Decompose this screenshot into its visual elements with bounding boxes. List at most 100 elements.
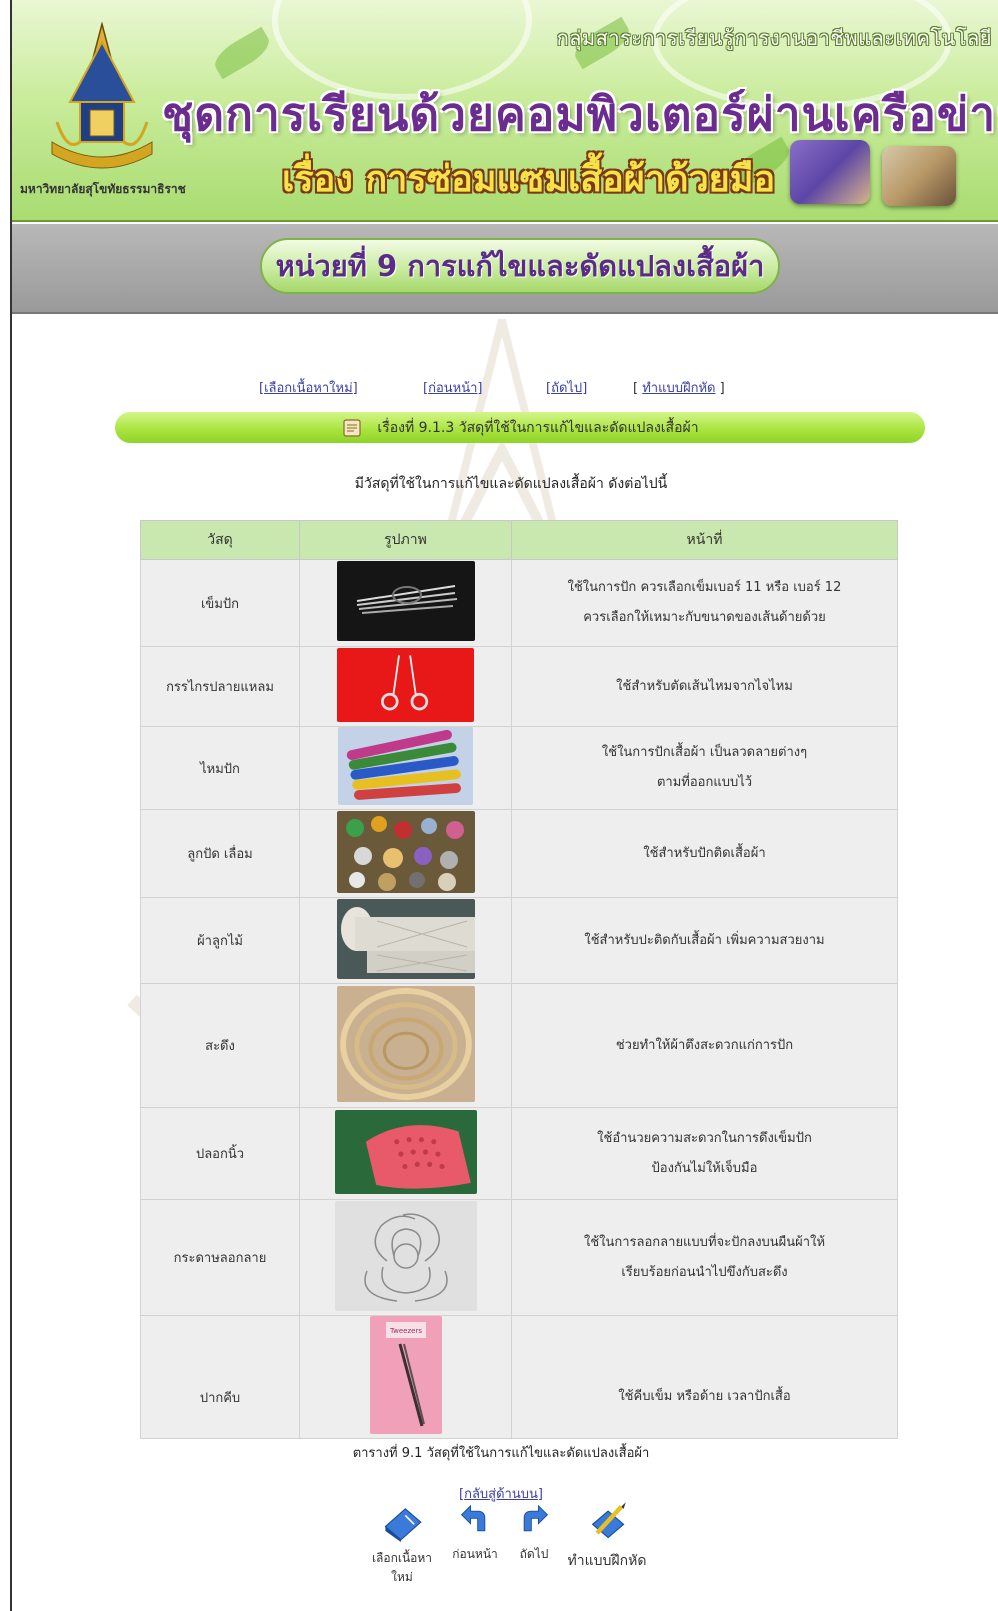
material-name: ปากคีบ <box>140 1315 300 1439</box>
material-function-cell: ใช้ในการปัก ควรเลือกเข็มเบอร์ 11 หรือ เบ… <box>511 559 898 647</box>
bottom-nav-next[interactable]: ถัดไป <box>512 1504 556 1564</box>
material-picture-cell <box>299 983 512 1108</box>
book-icon <box>384 1508 422 1542</box>
bottom-nav-exercise[interactable]: ทำแบบฝึกหัด <box>562 1500 652 1572</box>
page-frame: กลุ่มสาระการเรียนรู้การงานอาชีพและเทคโนโ… <box>10 0 998 1611</box>
function-line: เรียบร้อยก่อนนำไปขึงกับสะดึง <box>621 1264 788 1280</box>
material-name: ผ้าลูกไม้ <box>140 897 300 984</box>
header-banner: กลุ่มสาระการเรียนรู้การงานอาชีพและเทคโนโ… <box>12 0 998 222</box>
material-picture-cell <box>299 726 512 810</box>
bottom-nav-label: ถัดไป <box>519 1547 549 1561</box>
sewing-photo <box>882 146 956 206</box>
sewing-photo <box>790 140 870 204</box>
column-header-picture: รูปภาพ <box>299 520 512 560</box>
material-function-cell: ใช้คีบเข็ม หรือด้าย เวลาปักเสื้อ <box>511 1315 898 1439</box>
material-function-cell: ใช้อำนวยความสะดวกในการดึงเข็มปัก ป้องกัน… <box>511 1107 898 1200</box>
bottom-nav: เลือกเนื้อหาใหม่ ก่อนหน้า ถัดไป ทำแบบฝึก… <box>362 1500 662 1610</box>
tracing-paper-picture <box>334 1200 477 1311</box>
table-row: ปลอกนิ้ว ใช้อำนวยความสะดวกในการดึงเข็มปั… <box>140 1107 898 1200</box>
table-row: กรรไกรปลายแหลม ใช้สำหรับตัดเส้นไหมจากไจไ… <box>140 646 898 727</box>
material-name: ปลอกนิ้ว <box>140 1107 300 1200</box>
function-line: ใช้อำนวยความสะดวกในการดึงเข็มปัก <box>597 1130 812 1146</box>
material-picture-cell <box>299 559 512 647</box>
table-row: กระดาษลอกลาย ใช้ในการลอกลายแบบที่จะปักลง… <box>140 1199 898 1316</box>
material-name: สะดึง <box>140 983 300 1108</box>
nav-exercise-link[interactable]: ทำแบบฝึกหัด <box>642 381 715 396</box>
material-picture-cell <box>299 809 512 898</box>
column-header-material: วัสดุ <box>140 520 300 560</box>
material-picture-cell <box>299 1199 512 1316</box>
table-row: ไหมปัก ใช้ในการปักเสื้อผ้า เป็นลวดลายต่า… <box>140 726 898 810</box>
sub-org-title: กลุ่มสาระการเรียนรู้การงานอาชีพและเทคโนโ… <box>556 26 992 50</box>
topic-title: เรื่องที่ 9.1.3 วัสดุที่ใช้ในการแก้ไขและ… <box>377 419 699 436</box>
unit-title: หน่วยที่ 9 การแก้ไขและดัดแปลงเสื้อผ้า <box>275 249 765 283</box>
bottom-nav-label: เลือกเนื้อหาใหม่ <box>371 1551 433 1584</box>
bottom-nav-label: ทำแบบฝึกหัด <box>567 1553 647 1569</box>
unit-pill: หน่วยที่ 9 การแก้ไขและดัดแปลงเสื้อผ้า <box>260 238 780 294</box>
svg-text:Tweezers: Tweezers <box>389 1327 422 1335</box>
topic-bar: เรื่องที่ 9.1.3 วัสดุที่ใช้ในการแก้ไขและ… <box>115 412 925 443</box>
function-line: ใช้ในการลอกลายแบบที่จะปักลงบนผืนผ้าให้ <box>583 1234 826 1250</box>
thimble-picture <box>334 1109 477 1194</box>
function-line: ใช้สำหรับตัดเส้นไหมจากไจไหม <box>616 678 793 694</box>
intro-text: มีวัสดุที่ใช้ในการแก้ไขและดัดแปลงเสื้อผ้… <box>354 476 668 492</box>
embroidery-thread-picture <box>338 727 473 805</box>
main-title: ชุดการเรียนด้วยคอมพิวเตอร์ผ่านเครือข่าย <box>162 87 998 141</box>
material-picture-cell <box>299 897 512 984</box>
table-row: ลูกปัด เลื่อม ใช้สำหรับปักติดเสื้อผ้า <box>140 809 898 898</box>
nav-previous-link[interactable]: [ก่อนหน้า] <box>423 377 482 398</box>
material-function-cell: ใช้สำหรับตัดเส้นไหมจากไจไหม <box>511 646 898 727</box>
unit-bar: หน่วยที่ 9 การแก้ไขและดัดแปลงเสื้อผ้า <box>12 224 998 314</box>
banner-leaf <box>209 26 275 80</box>
bottom-nav-label: ก่อนหน้า <box>452 1547 498 1561</box>
emblem-icon <box>51 22 153 169</box>
function-line: ใช้สำหรับปักติดเสื้อผ้า <box>643 845 766 861</box>
forward-arrow-icon <box>523 1504 549 1532</box>
scissors-picture <box>337 647 474 722</box>
bottom-nav-previous[interactable]: ก่อนหน้า <box>448 1504 502 1564</box>
function-line: ใช้สำหรับปะติดกับเสื้อผ้า เพิ่มความสวยงา… <box>584 932 825 948</box>
material-picture-cell <box>299 1107 512 1200</box>
university-name: มหาวิทยาลัยสุโขทัยธรรมาธิราช <box>20 182 186 196</box>
back-arrow-icon <box>460 1504 486 1532</box>
sub-title: เรื่อง การซ่อมแซมเสื้อผ้าด้วยมือ <box>282 159 776 200</box>
table-row: เข็มปัก ใช้ในการปัก ควรเลือกเข็มเบอร์ 11… <box>140 559 898 647</box>
material-function-cell: ใช้ในการปักเสื้อผ้า เป็นลวดลายต่างๆ ตามท… <box>511 726 898 810</box>
material-function-cell: ใช้สำหรับปักติดเสื้อผ้า <box>511 809 898 898</box>
embroidery-hoop-picture <box>336 985 475 1102</box>
function-line: ใช้ในการปัก ควรเลือกเข็มเบอร์ 11 หรือ เบ… <box>567 580 842 595</box>
bottom-nav-select-new[interactable]: เลือกเนื้อหาใหม่ <box>362 1500 442 1587</box>
material-name: กระดาษลอกลาย <box>140 1199 300 1316</box>
function-line: ตามที่ออกแบบไว้ <box>656 775 753 790</box>
beads-picture <box>336 810 475 893</box>
pencil-book-icon <box>591 1502 626 1539</box>
table-row: ปากคีบ Tweezers ใช้คีบเข็ม หรือด้าย เวลา… <box>140 1315 898 1439</box>
material-name: ไหมปัก <box>140 726 300 810</box>
lace-picture <box>336 898 475 979</box>
tweezers-picture: Tweezers <box>369 1316 442 1434</box>
table-row: สะดึง ช่วยทำให้ผ้าตึงสะดวกแก่การปัก <box>140 983 898 1108</box>
function-line: ควรเลือกให้เหมาะกับขนาดของเส้นด้ายด้วย <box>583 610 826 625</box>
nav-select-new-link[interactable]: [เลือกเนื้อหาใหม่] <box>259 377 358 398</box>
material-picture-cell: Tweezers <box>299 1315 512 1439</box>
material-function-cell: ใช้สำหรับปะติดกับเสื้อผ้า เพิ่มความสวยงา… <box>511 897 898 984</box>
material-function-cell: ช่วยทำให้ผ้าตึงสะดวกแก่การปัก <box>511 983 898 1108</box>
table-caption: ตารางที่ 9.1 วัสดุที่ใช้ในการแก้ไขและดัด… <box>352 1446 650 1461</box>
scroll-icon <box>343 418 362 437</box>
nav-exercise-bracket: [ ทำแบบฝึกหัด ] <box>633 381 725 396</box>
material-name: ลูกปัด เลื่อม <box>140 809 300 898</box>
material-function-cell: ใช้ในการลอกลายแบบที่จะปักลงบนผืนผ้าให้ เ… <box>511 1199 898 1316</box>
material-name: เข็มปัก <box>140 559 300 647</box>
nav-next-link[interactable]: [ถัดไป] <box>546 377 587 398</box>
table-header-row: วัสดุ รูปภาพ หน้าที่ <box>140 520 898 560</box>
table-row: ผ้าลูกไม้ ใช้สำหรับปะติดกับเสื้อผ้า เพิ่… <box>140 897 898 984</box>
material-name: กรรไกรปลายแหลม <box>140 646 300 727</box>
function-line: ช่วยทำให้ผ้าตึงสะดวกแก่การปัก <box>615 1037 794 1053</box>
column-header-function: หน้าที่ <box>511 520 898 560</box>
needles-picture <box>336 561 475 641</box>
material-picture-cell <box>299 646 512 727</box>
function-line: ใช้ในการปักเสื้อผ้า เป็นลวดลายต่างๆ <box>601 745 808 760</box>
function-line: ใช้คีบเข็ม หรือด้าย เวลาปักเสื้อ <box>618 1389 791 1404</box>
function-line: ป้องกันไม่ให้เจ็บมือ <box>651 1160 758 1176</box>
materials-table: วัสดุ รูปภาพ หน้าที่ เข็มปัก ใช้ในการปัก… <box>140 520 898 1439</box>
